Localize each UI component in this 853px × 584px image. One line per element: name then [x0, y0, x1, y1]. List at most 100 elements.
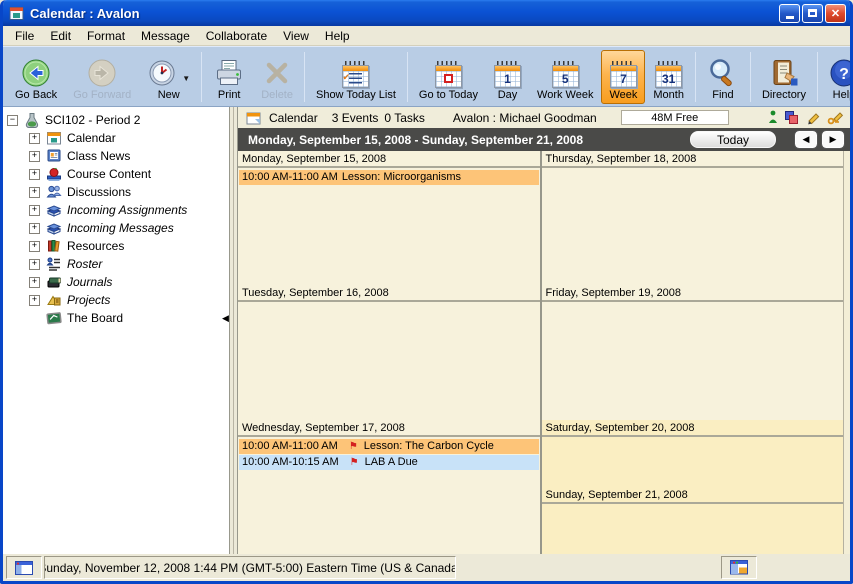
toolbar-week-button[interactable]: 7 Week: [601, 50, 645, 104]
pane-splitter[interactable]: ◀: [229, 107, 238, 554]
toolbar-separator: [817, 52, 818, 102]
minimize-icon: [786, 16, 794, 19]
calendar-list-icon: [342, 61, 369, 88]
status-datetime: Sunday, November 12, 2008 1:44 PM (GMT-5…: [44, 556, 456, 579]
sidebar-item-roster[interactable]: + Roster: [3, 255, 229, 273]
calendar-small-icon: [246, 110, 262, 126]
toolbar-work-week-button[interactable]: 5 Work Week: [529, 50, 601, 104]
pencil-key-icon[interactable]: [827, 110, 844, 125]
expand-icon[interactable]: +: [29, 277, 40, 288]
minimize-button[interactable]: [779, 4, 800, 23]
sidebar-item-label: Class News: [67, 149, 130, 163]
tasks-count: 0 Tasks: [384, 111, 424, 125]
window-controls: ✕: [779, 4, 846, 23]
day-body[interactable]: [542, 302, 844, 419]
sidebar-item-calendar[interactable]: + Calendar: [3, 129, 229, 147]
menu-format[interactable]: Format: [79, 27, 133, 45]
toolbar-show-today-list-button[interactable]: Show Today List: [308, 50, 404, 104]
day-body[interactable]: [238, 302, 540, 419]
toolbar-new-button[interactable]: ▼ New: [139, 50, 198, 104]
menu-message[interactable]: Message: [133, 27, 198, 45]
expand-icon[interactable]: +: [29, 295, 40, 306]
printer-icon: [213, 58, 245, 88]
sidebar-item-sci102[interactable]: − SCI102 - Period 2: [3, 111, 229, 129]
presence-person-icon[interactable]: [768, 110, 778, 125]
menu-view[interactable]: View: [275, 27, 317, 45]
day-panel-sunday: Sunday, September 21, 2008: [542, 487, 844, 554]
chalkboard-icon: [46, 310, 62, 326]
sidebar-item-projects[interactable]: + Projects: [3, 291, 229, 309]
sidebar-tree: − SCI102 - Period 2 + Calendar +: [3, 107, 229, 554]
toolbar-find-button[interactable]: Find: [699, 50, 747, 104]
calendar-1-icon: 1: [494, 61, 521, 88]
close-button[interactable]: ✕: [825, 4, 846, 23]
event-time: 10:00 AM-11:00 AM: [242, 171, 338, 183]
expand-icon[interactable]: +: [29, 133, 40, 144]
chevron-left-icon: ◀: [803, 134, 810, 145]
event-lab-a-due[interactable]: 10:00 AM-10:15 AM⚑LAB A Due: [239, 455, 539, 470]
sidebar-item-incoming-messages[interactable]: + Incoming Messages: [3, 219, 229, 237]
collapse-pane-icon[interactable]: ◀: [222, 313, 229, 324]
menu-help[interactable]: Help: [317, 27, 358, 45]
sidebar-item-resources[interactable]: + Resources: [3, 237, 229, 255]
event-lesson-carbon-cycle[interactable]: 10:00 AM-11:00 AM⚑Lesson: The Carbon Cyc…: [239, 439, 539, 454]
maximize-button[interactable]: [802, 4, 823, 23]
bookshelf-icon: [46, 238, 62, 254]
maximize-icon: [808, 9, 817, 17]
day-body[interactable]: [542, 504, 844, 554]
day-body[interactable]: 10:00 AM-11:00 AMLesson: Microorganisms: [238, 168, 540, 285]
previous-week-button[interactable]: ◀: [795, 131, 817, 148]
menu-edit[interactable]: Edit: [42, 27, 79, 45]
toolbar-month-button[interactable]: 31 Month: [645, 50, 692, 104]
sidebar-item-discussions[interactable]: + Discussions: [3, 183, 229, 201]
flask-icon: [24, 112, 40, 128]
new-dropdown-arrow-icon[interactable]: ▼: [182, 74, 190, 83]
layers-icon[interactable]: [785, 111, 799, 125]
menu-file[interactable]: File: [7, 27, 42, 45]
toolbar-directory-button[interactable]: Directory: [754, 50, 814, 104]
toolbar-go-to-today-button[interactable]: Go to Today: [411, 50, 486, 104]
back-icon: [21, 58, 51, 88]
day-body[interactable]: [542, 168, 844, 285]
toolbar-separator: [201, 52, 202, 102]
expand-icon[interactable]: +: [29, 241, 40, 252]
sidebar-item-label: The Board: [67, 311, 123, 325]
sidebar-item-the-board[interactable]: The Board: [3, 309, 229, 327]
day-header: Thursday, September 18, 2008: [542, 151, 844, 168]
date-range-label: Monday, September 15, 2008 - Sunday, Sep…: [248, 133, 690, 147]
sidebar-item-journals[interactable]: + Journals: [3, 273, 229, 291]
toolbar-day-button[interactable]: 1 Day: [486, 50, 529, 104]
menu-collaborate[interactable]: Collaborate: [198, 27, 275, 45]
sidebar-item-class-news[interactable]: + Class News: [3, 147, 229, 165]
toolbar-go-back-button[interactable]: Go Back: [7, 50, 65, 104]
expand-icon[interactable]: +: [29, 205, 40, 216]
books-icon: [46, 220, 62, 236]
pencil-icon[interactable]: [806, 110, 820, 125]
expand-icon[interactable]: +: [29, 187, 40, 198]
sidebar-item-incoming-assignments[interactable]: + Incoming Assignments: [3, 201, 229, 219]
toolbar-help-button[interactable]: ? Help: [821, 50, 853, 104]
day-panel-tuesday: Tuesday, September 16, 2008: [238, 285, 540, 419]
status-right-panel[interactable]: [721, 556, 757, 579]
scrollbar-track: [843, 151, 850, 554]
expand-icon[interactable]: +: [29, 169, 40, 180]
day-body[interactable]: 10:00 AM-11:00 AM⚑Lesson: The Carbon Cyc…: [238, 437, 540, 554]
free-space-indicator: 48M Free: [621, 110, 729, 125]
next-week-button[interactable]: ▶: [822, 131, 844, 148]
collapse-icon[interactable]: −: [7, 115, 18, 126]
status-bar: Sunday, November 12, 2008 1:44 PM (GMT-5…: [3, 554, 850, 581]
toolbar-print-button[interactable]: Print: [205, 50, 253, 104]
toolbar-go-forward-button[interactable]: Go Forward: [65, 50, 139, 104]
expand-icon[interactable]: +: [29, 223, 40, 234]
day-body[interactable]: [542, 437, 844, 487]
sidebar-item-course-content[interactable]: + Course Content: [3, 165, 229, 183]
toolbar-delete-button[interactable]: Delete: [253, 50, 301, 104]
status-left-panel[interactable]: [6, 556, 42, 579]
status-right-pad: [759, 556, 847, 579]
day-panel-friday: Friday, September 19, 2008: [542, 285, 844, 419]
today-button[interactable]: Today: [690, 131, 776, 148]
expand-icon[interactable]: +: [29, 259, 40, 270]
sidebar-item-label: Journals: [67, 275, 112, 289]
expand-icon[interactable]: +: [29, 151, 40, 162]
event-lesson-microorganisms[interactable]: 10:00 AM-11:00 AMLesson: Microorganisms: [239, 170, 539, 185]
